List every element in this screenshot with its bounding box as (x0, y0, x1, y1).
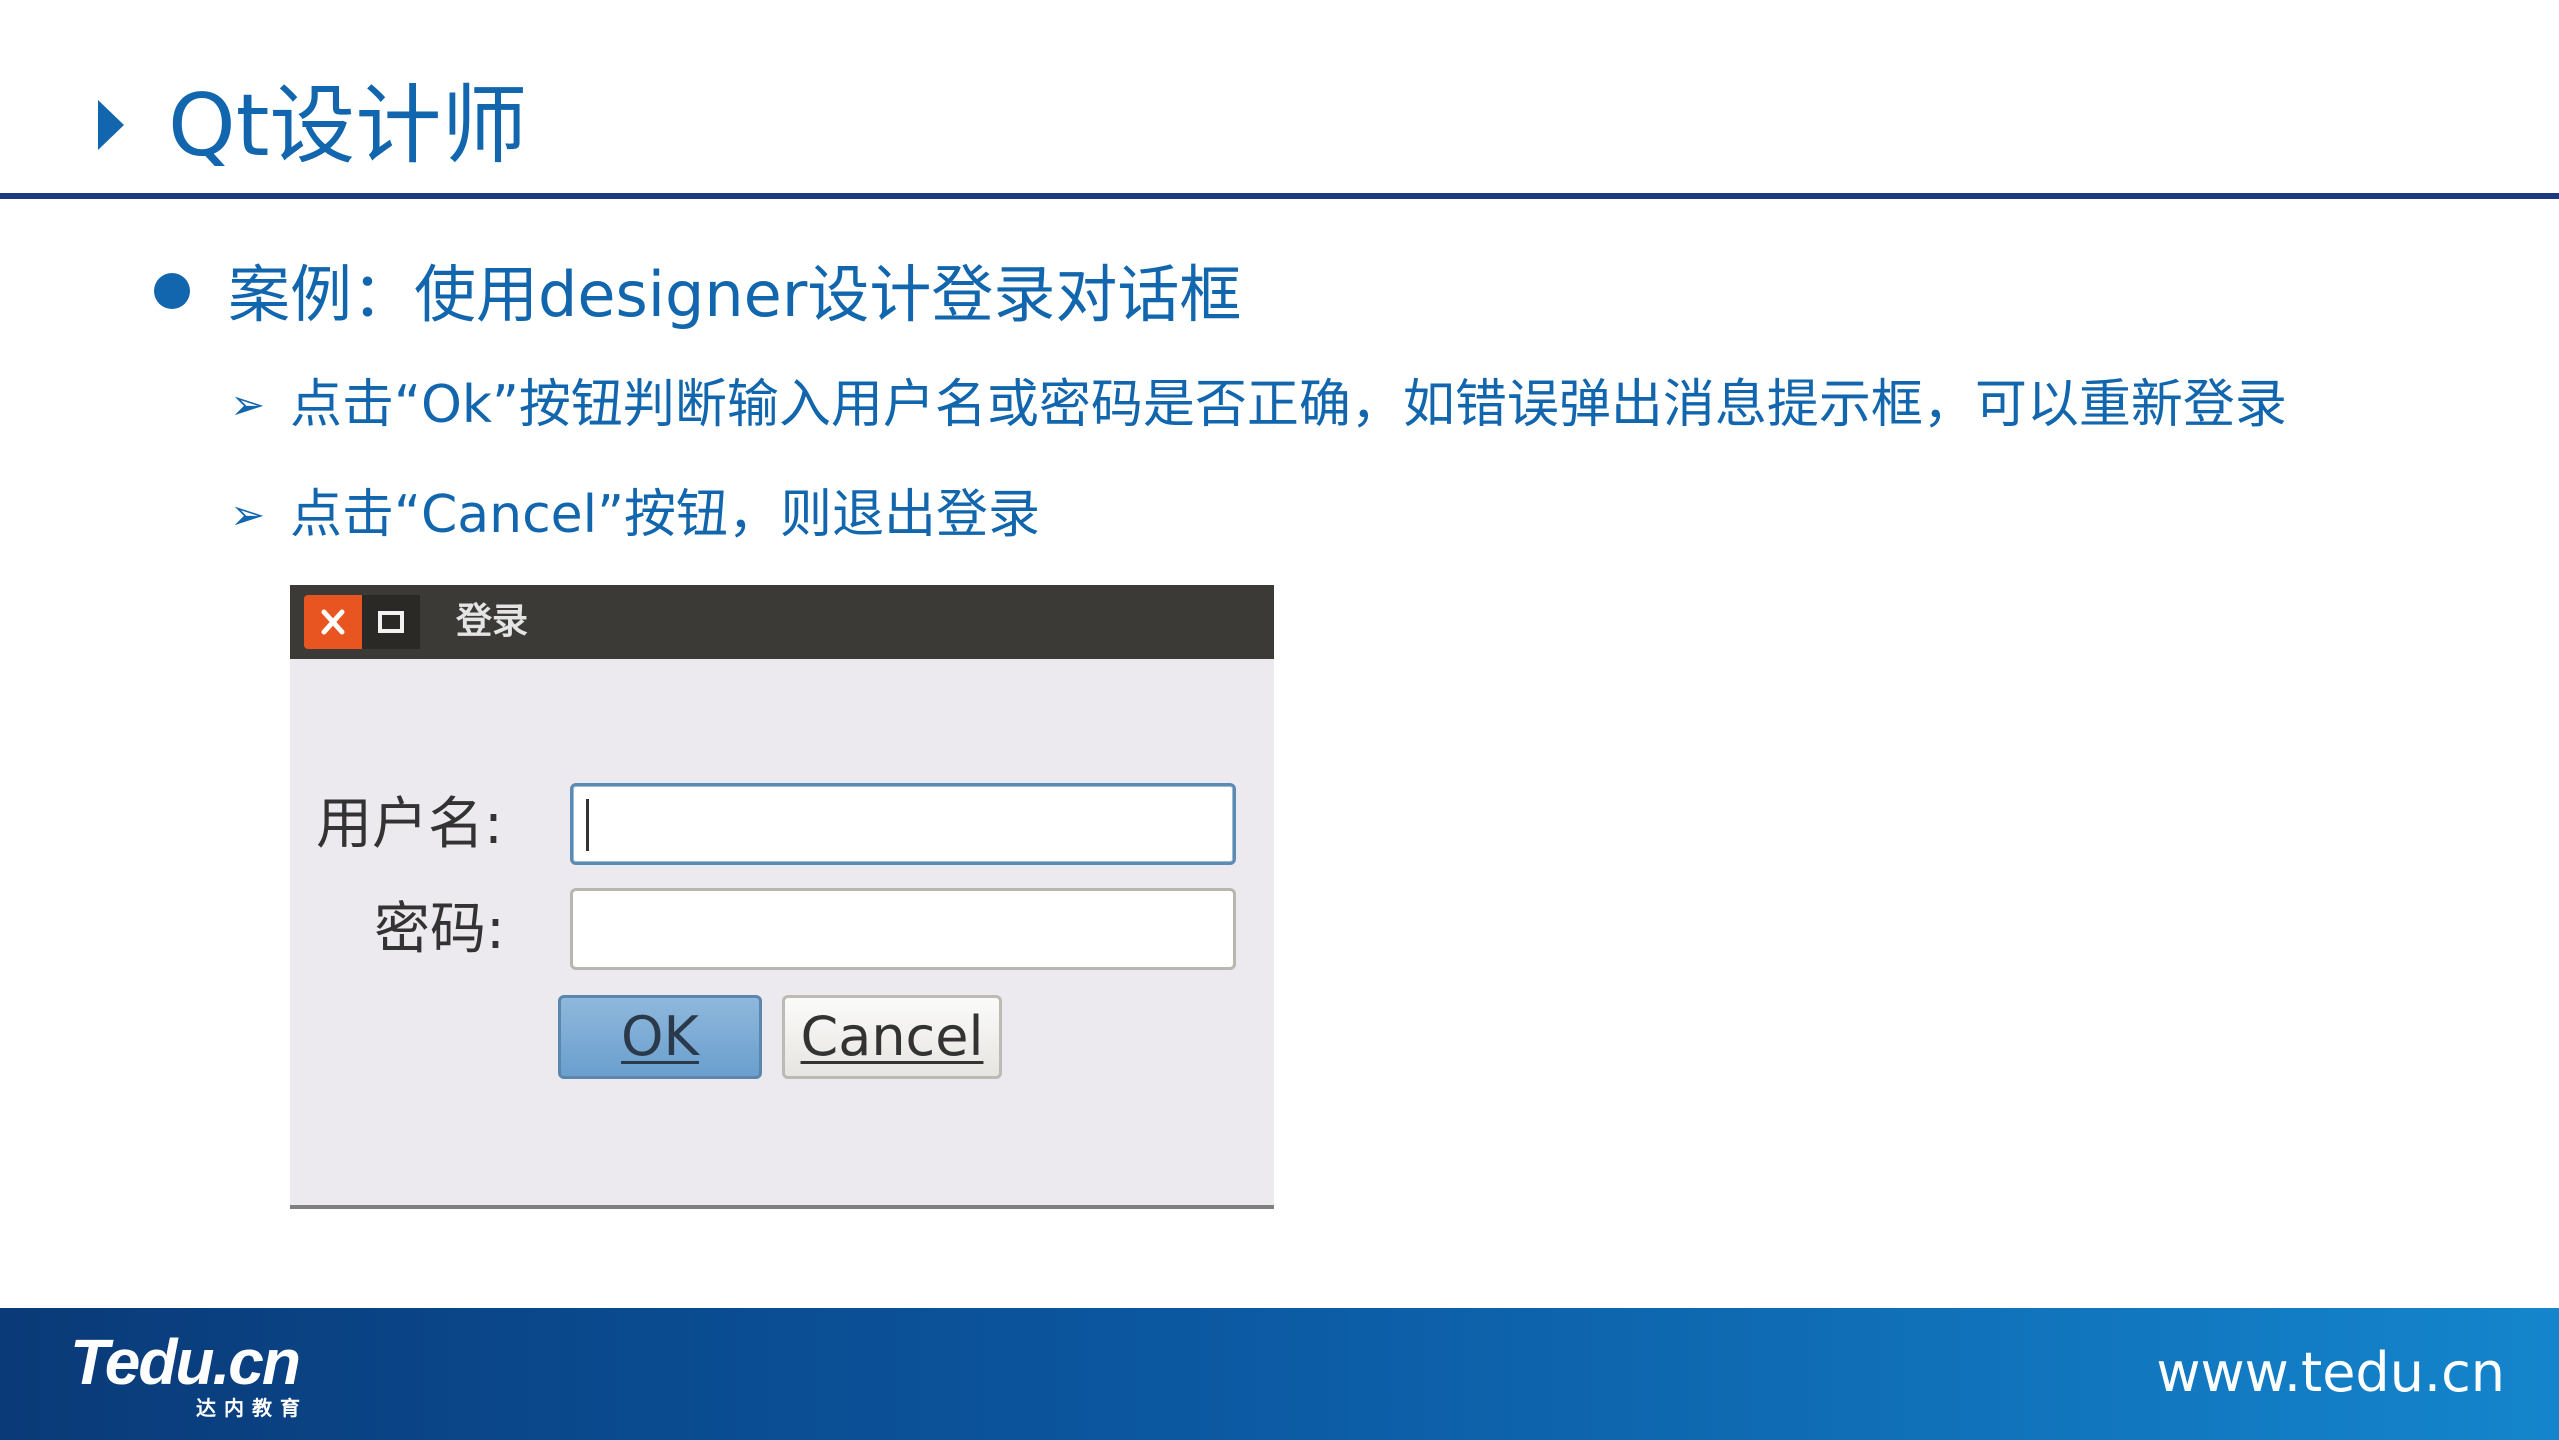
text-caret (586, 799, 589, 851)
username-label: 用户名: (316, 792, 503, 857)
ok-button[interactable]: OK (558, 995, 762, 1079)
bullet-dot-icon (154, 273, 190, 309)
dialog-titlebar: 登录 (290, 585, 1274, 659)
bullet-level1-text: 案例：使用designer设计登录对话框 (228, 258, 1242, 331)
arrow-bullet-icon: ➢ (230, 490, 266, 539)
logo-text: Tedu.cn (70, 1326, 301, 1398)
bullet-level2-text: 点击“Cancel”按钮，则退出登录 (290, 485, 1041, 545)
close-button[interactable] (304, 595, 362, 649)
maximize-icon (378, 611, 404, 633)
logo-subtext: 达内教育 (196, 1396, 308, 1420)
cancel-button-label: Cancel (800, 1005, 984, 1068)
title-arrow-icon (98, 100, 124, 150)
slide-title: Qt设计师 (168, 76, 528, 176)
title-divider (0, 193, 2559, 199)
password-field[interactable] (570, 888, 1236, 970)
dialog-title: 登录 (456, 601, 529, 642)
close-icon (321, 609, 345, 635)
footer-url: www.tedu.cn (2156, 1341, 2505, 1404)
maximize-button[interactable] (362, 595, 420, 649)
footer-bar: Tedu.cn 达内教育 www.tedu.cn (0, 1308, 2559, 1440)
password-label: 密码: (374, 897, 505, 962)
slide-header: Qt设计师 (0, 0, 2559, 200)
username-field[interactable] (570, 783, 1236, 865)
tedu-logo: Tedu.cn 达内教育 (70, 1326, 301, 1420)
bullet-level2-text: 点击“Ok”按钮判断输入用户名或密码是否正确，如错误弹出消息提示框，可以重新登录 (290, 375, 2287, 435)
arrow-bullet-icon: ➢ (230, 380, 266, 429)
login-dialog: 登录 用户名: 密码: OK Cancel (290, 585, 1274, 1209)
ok-button-label: OK (621, 1005, 699, 1068)
cancel-button[interactable]: Cancel (782, 995, 1002, 1079)
